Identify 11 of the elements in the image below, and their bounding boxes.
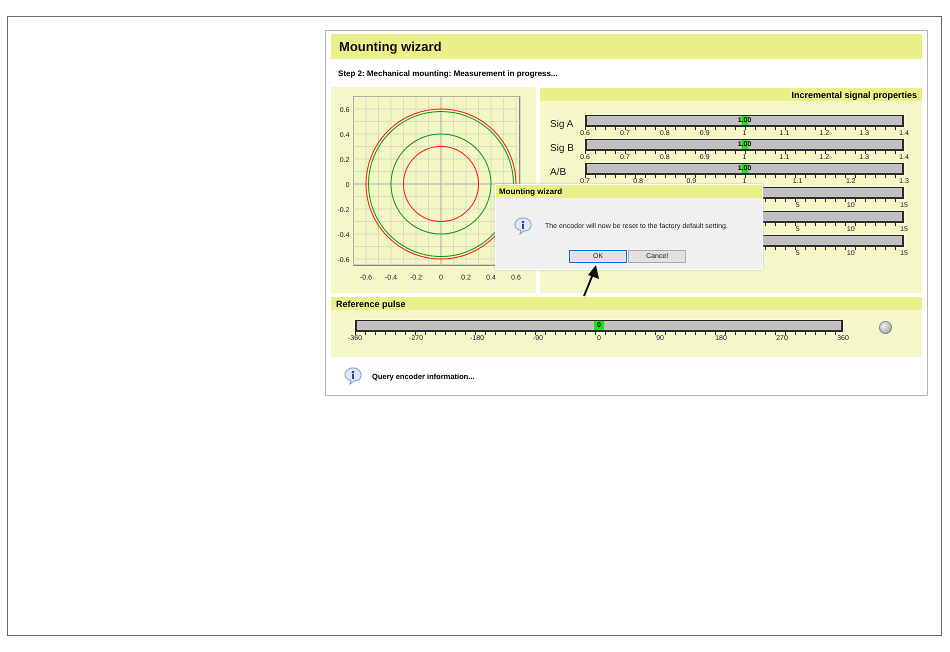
info-icon [513, 216, 533, 236]
section-title: Incremental signal properties [791, 90, 917, 100]
signal-label: Sig B [550, 142, 575, 154]
dialog-title: Mounting wizard [499, 187, 562, 196]
step-text: Step 2: Mechanical mounting: Measurement in progress... [338, 69, 559, 79]
signal-label: Sig A [550, 118, 574, 130]
window-title: Mounting wizard [339, 39, 442, 54]
signal-label: A/B [550, 166, 568, 178]
info-icon [343, 366, 363, 386]
pointer-arrow [580, 265, 602, 297]
section-title: Reference pulse [336, 298, 406, 308]
